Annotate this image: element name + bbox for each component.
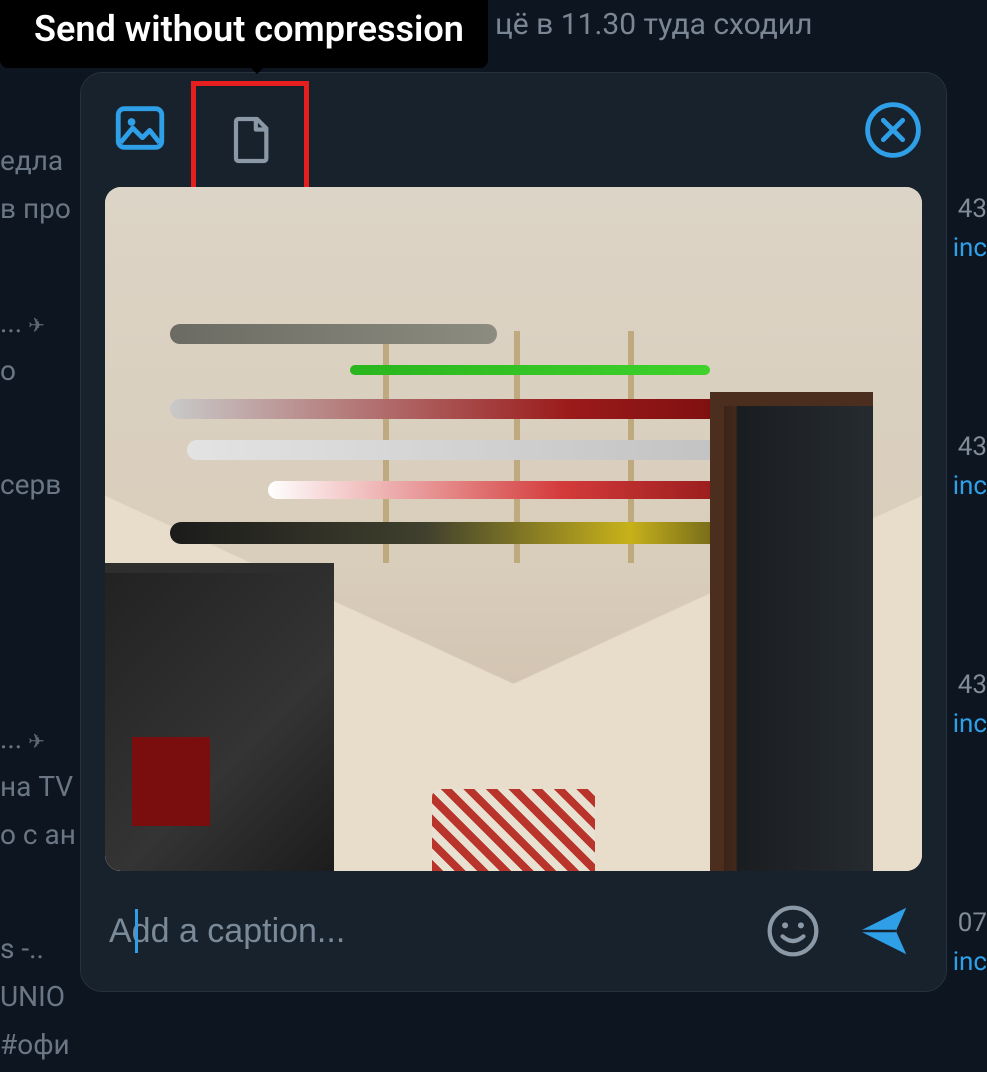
close-button[interactable] <box>864 101 922 159</box>
bg-time: 43 <box>945 190 987 229</box>
send-as-photo-button[interactable] <box>105 93 175 163</box>
bg-time: 07 <box>945 904 987 943</box>
bg-time: 43 <box>945 666 987 705</box>
smile-icon <box>765 903 821 959</box>
bg-text: inc <box>945 229 987 268</box>
emoji-button[interactable] <box>760 898 826 964</box>
tooltip-label: Send without compression <box>34 8 464 50</box>
bg-text: ... <box>0 302 80 344</box>
bg-text: на TV <box>0 766 80 808</box>
file-icon <box>222 112 278 168</box>
tooltip-send-without-compression: Send without compression <box>0 0 488 68</box>
image-icon <box>111 99 169 157</box>
bg-text: ... <box>0 718 80 760</box>
bg-text: UNIO <box>0 976 80 1018</box>
bg-text: inc <box>945 943 987 982</box>
caption-row <box>81 871 946 991</box>
send-as-file-button-highlight <box>191 81 309 199</box>
bg-right-fragment: 43 inc 43 inc 43 inc 07 inc <box>945 190 987 982</box>
send-icon <box>852 900 914 962</box>
send-media-modal <box>80 72 947 992</box>
close-icon <box>864 101 922 159</box>
send-button[interactable] <box>850 898 916 964</box>
bg-text: inc <box>945 467 987 506</box>
bg-text: #офи <box>0 1024 80 1066</box>
bg-text: серв <box>0 464 80 506</box>
bg-message-fragment: цё в 11.30 туда сходил <box>495 2 812 47</box>
attachment-preview[interactable] <box>105 187 922 871</box>
bg-text: в про <box>0 188 80 230</box>
bg-time: 43 <box>945 428 987 467</box>
send-as-file-button[interactable] <box>215 105 285 175</box>
bg-chat-list-fragment: едла в про ... о серв ... на TV о с ан s… <box>0 140 80 1072</box>
text-cursor <box>135 909 138 953</box>
modal-header <box>81 73 946 183</box>
caption-input[interactable] <box>105 906 736 957</box>
bg-text: о <box>0 350 80 392</box>
bg-text: s -.. <box>0 928 80 970</box>
bg-text: inc <box>945 705 987 744</box>
bg-text: о с ан <box>0 814 80 856</box>
bg-text: едла <box>0 140 80 182</box>
